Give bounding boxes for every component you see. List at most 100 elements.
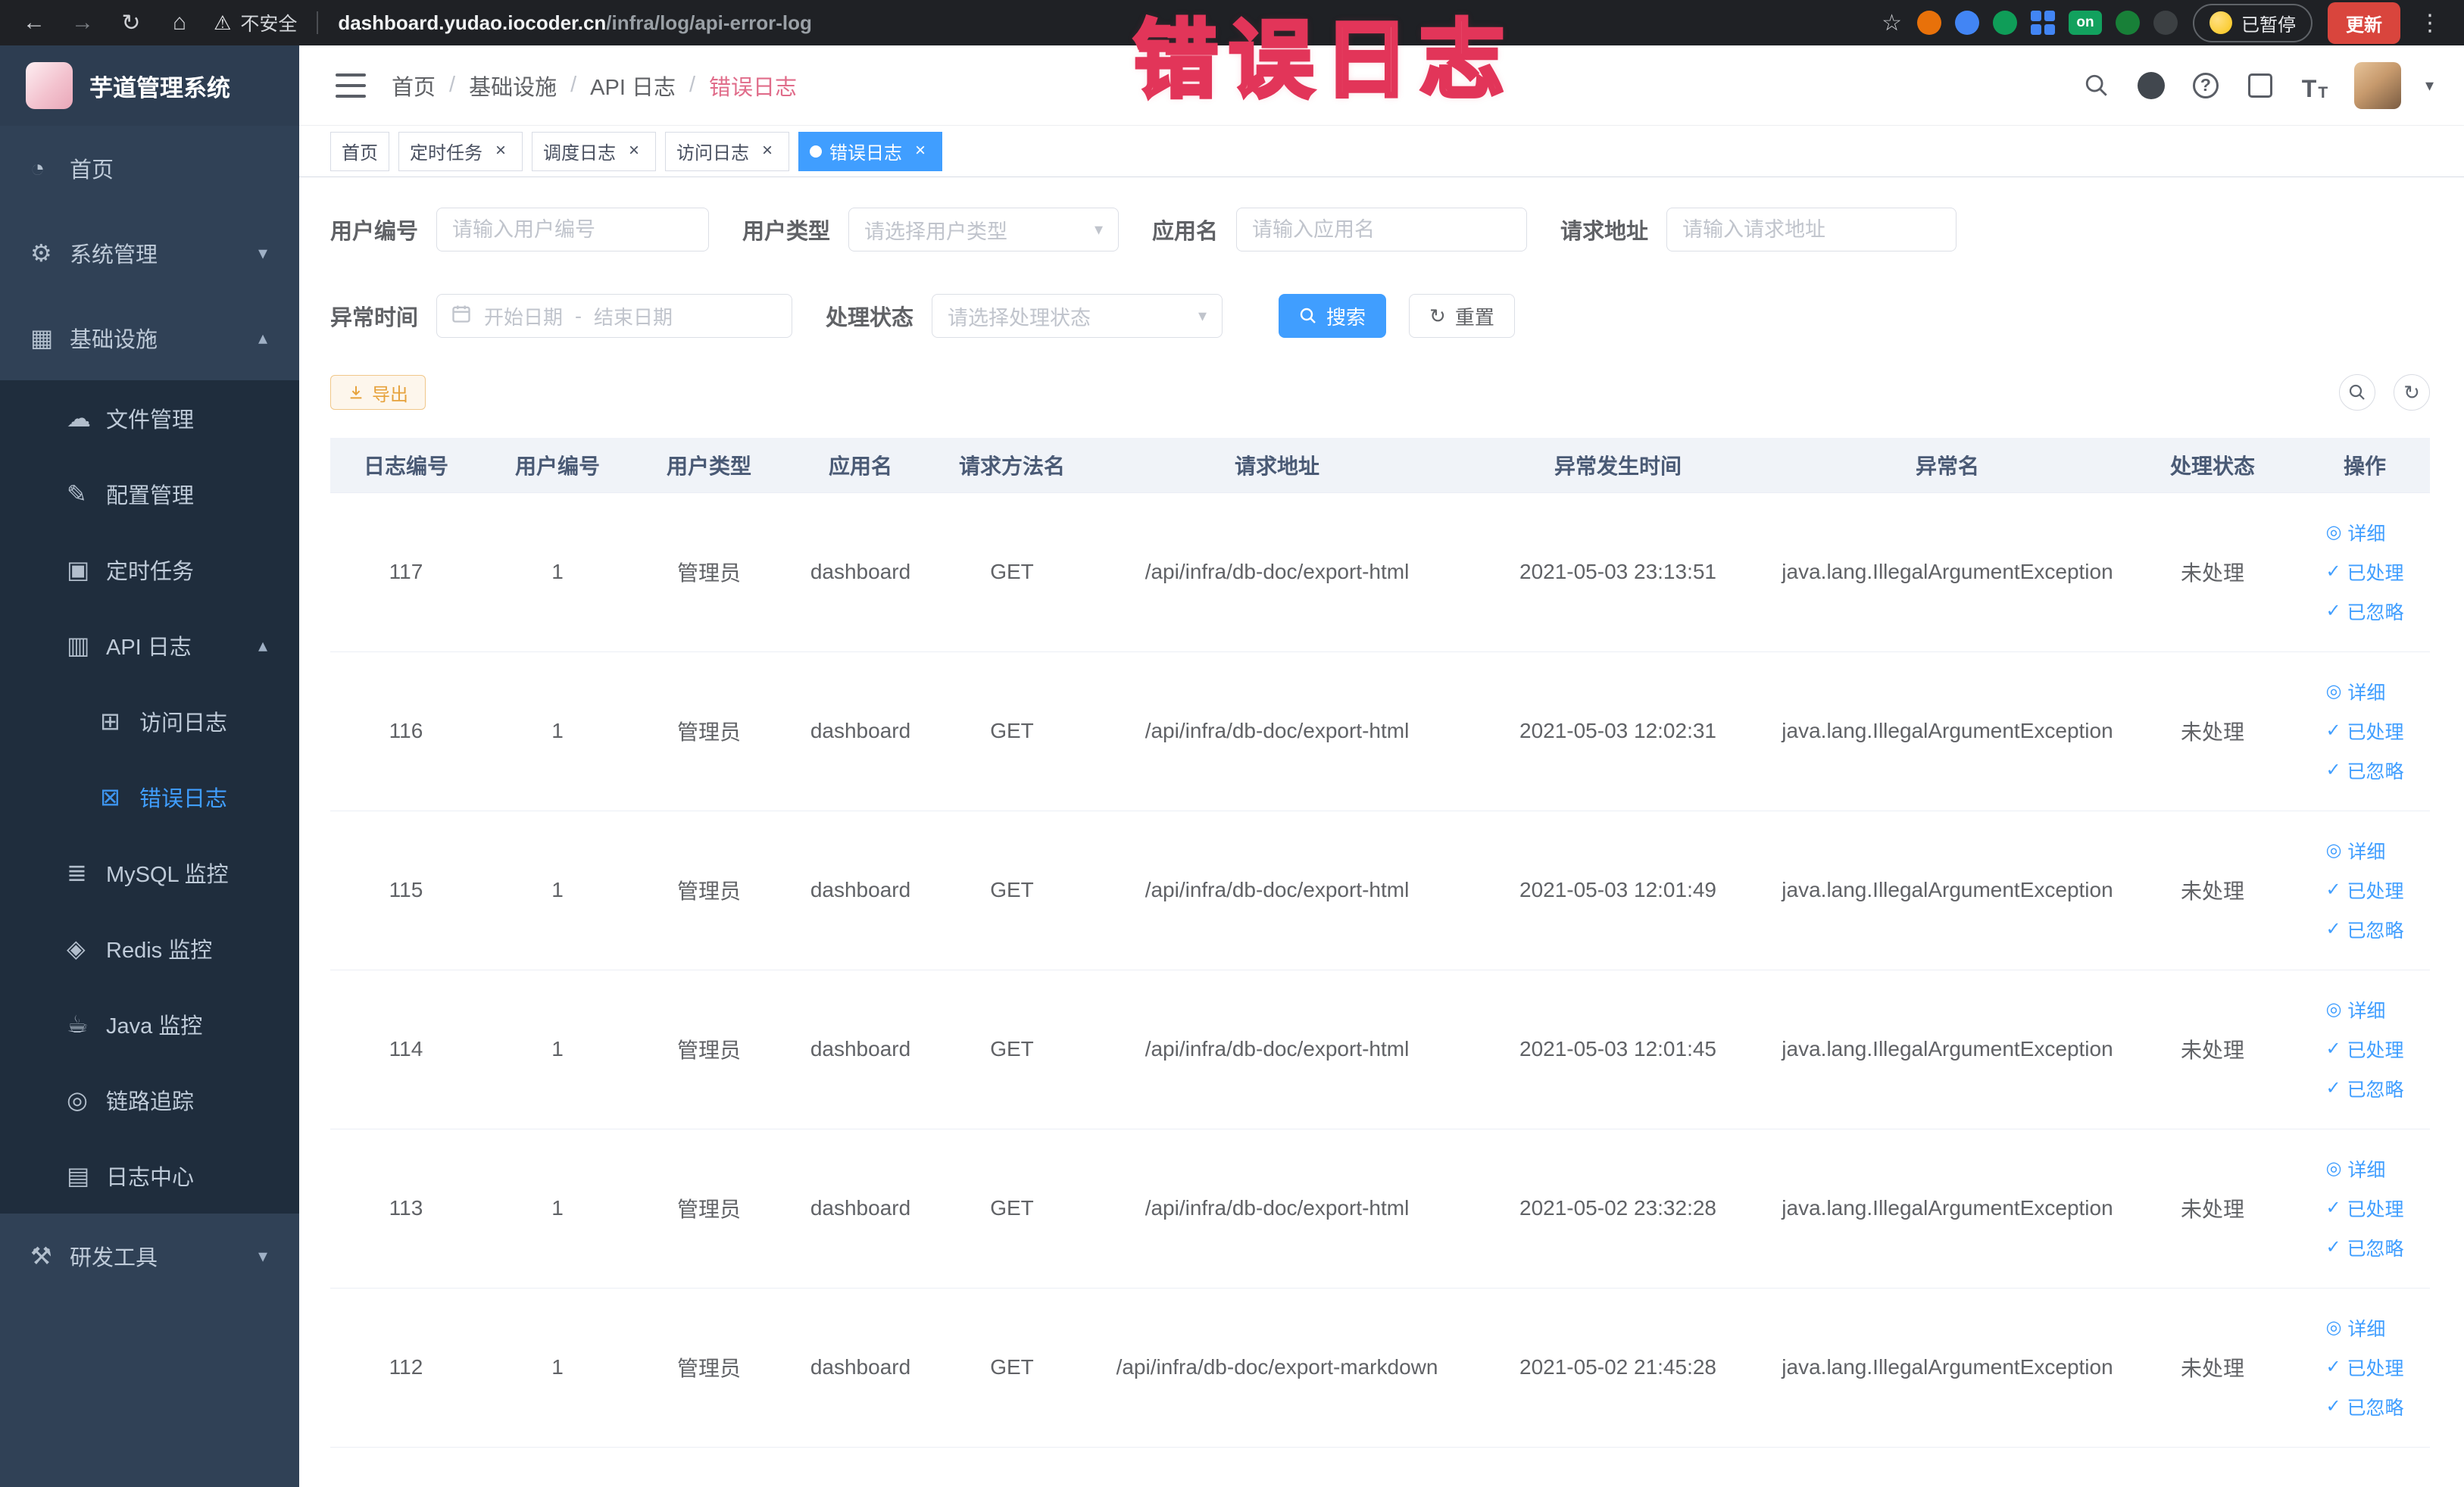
request-url-input[interactable] xyxy=(1666,208,1957,251)
sidebar-item-mysql-monitor[interactable]: ≣ MySQL 监控 xyxy=(0,835,299,911)
user-type-select[interactable]: 请选择用户类型 ▾ xyxy=(848,208,1120,251)
action-detail-link[interactable]: ◎ 详细 xyxy=(2325,1155,2385,1182)
sidebar-item-java-monitor[interactable]: ☕ Java 监控 xyxy=(0,986,299,1062)
cell-app: dashboard xyxy=(785,1288,936,1448)
extension-tree-icon[interactable] xyxy=(2116,11,2140,35)
app-name-input[interactable] xyxy=(1236,208,1528,251)
sidebar-item-dev-tools[interactable]: ⚒ 研发工具 ▾ xyxy=(0,1214,299,1298)
sidebar-item-home[interactable]: ◔ 首页 xyxy=(0,126,299,211)
action-ignored-link[interactable]: ✓ 已忽略 xyxy=(2325,1393,2403,1420)
cell-status: 未处理 xyxy=(2125,651,2300,811)
sidebar-item-api-logs[interactable]: ▥ API 日志 ▴ xyxy=(0,608,299,683)
refresh-icon: ↻ xyxy=(2403,381,2420,404)
action-ignored-link[interactable]: ✓ 已忽略 xyxy=(2325,757,2403,784)
action-detail-link[interactable]: ◎ 详细 xyxy=(2325,837,2385,864)
close-icon[interactable]: × xyxy=(757,140,778,162)
action-ignored-link[interactable]: ✓ 已忽略 xyxy=(2325,916,2403,943)
search-button[interactable]: 搜索 xyxy=(1279,294,1387,338)
site-security-indicator[interactable]: ⚠ 不安全 xyxy=(214,9,297,36)
sidebar-item-system-management[interactable]: ⚙ 系统管理 ▾ xyxy=(0,211,299,295)
tab-error-logs[interactable]: 错误日志 × xyxy=(798,131,942,171)
tab-schedule-logs[interactable]: 调度日志 × xyxy=(532,131,656,171)
extension-blue-drop-icon[interactable] xyxy=(1955,11,1979,35)
action-processed-link[interactable]: ✓ 已处理 xyxy=(2325,717,2403,745)
cell-id: 115 xyxy=(330,811,482,970)
action-ignored-link[interactable]: ✓ 已忽略 xyxy=(2325,598,2403,625)
tab-access-logs[interactable]: 访问日志 × xyxy=(665,131,789,171)
sidebar-item-access-logs[interactable]: ⊞ 访问日志 xyxy=(0,683,299,759)
paused-pill-button[interactable]: 已暂停 xyxy=(2193,3,2313,42)
browser-refresh-icon[interactable]: ↻ xyxy=(117,10,145,36)
breadcrumb-item-api-logs[interactable]: API 日志 xyxy=(590,70,676,102)
browser-back-icon[interactable]: ← xyxy=(20,10,48,36)
export-button[interactable]: 导出 xyxy=(330,375,426,410)
toggle-search-button[interactable] xyxy=(2339,374,2375,411)
cell-url: /api/infra/db-doc/export-html xyxy=(1088,1129,1466,1289)
hamburger-menu-icon[interactable] xyxy=(336,73,366,98)
breadcrumb-item-infrastructure[interactable]: 基础设施 xyxy=(469,70,557,102)
bookmark-star-icon[interactable]: ☆ xyxy=(1882,10,1902,36)
cell-method: GET xyxy=(936,651,1088,811)
action-processed-link[interactable]: ✓ 已处理 xyxy=(2325,1036,2403,1063)
sidebar-item-infrastructure[interactable]: ▦ 基础设施 ▴ xyxy=(0,295,299,380)
font-size-icon[interactable]: TT xyxy=(2300,70,2330,101)
column-header-status: 处理状态 xyxy=(2125,438,2300,493)
action-ignored-link[interactable]: ✓ 已忽略 xyxy=(2325,1075,2403,1102)
browser-menu-kebab-icon[interactable]: ⋮ xyxy=(2416,10,2444,36)
sidebar-item-file-management[interactable]: ☁ 文件管理 xyxy=(0,380,299,456)
extension-grid-icon[interactable] xyxy=(2031,11,2055,35)
database-icon: ≣ xyxy=(67,859,87,886)
extension-orange-icon[interactable] xyxy=(1917,11,1941,35)
sidebar-item-config-management[interactable]: ✎ 配置管理 xyxy=(0,456,299,532)
extension-puzzle-icon[interactable] xyxy=(2153,11,2178,35)
help-question-icon[interactable]: ? xyxy=(2191,70,2221,101)
action-processed-link[interactable]: ✓ 已处理 xyxy=(2325,876,2403,904)
action-detail-link[interactable]: ◎ 详细 xyxy=(2325,678,2385,705)
action-detail-link[interactable]: ◎ 详细 xyxy=(2325,1314,2385,1342)
date-range-picker[interactable]: 开始日期 - 结束日期 xyxy=(436,294,793,338)
action-processed-link[interactable]: ✓ 已处理 xyxy=(2325,1195,2403,1222)
fullscreen-icon[interactable] xyxy=(2245,70,2275,101)
search-icon[interactable] xyxy=(2081,70,2112,101)
sidebar-item-log-center[interactable]: ▤ 日志中心 xyxy=(0,1138,299,1214)
process-status-select[interactable]: 请选择处理状态 ▾ xyxy=(932,294,1223,338)
chevron-down-icon[interactable]: ▾ xyxy=(2425,76,2434,95)
sidebar-item-error-logs[interactable]: ⊠ 错误日志 xyxy=(0,759,299,835)
action-processed-link[interactable]: ✓ 已处理 xyxy=(2325,1354,2403,1381)
column-header-actions: 操作 xyxy=(2300,438,2430,493)
action-processed-link[interactable]: ✓ 已处理 xyxy=(2325,558,2403,586)
github-icon[interactable] xyxy=(2136,70,2166,101)
close-icon[interactable]: × xyxy=(490,140,511,162)
close-icon[interactable]: × xyxy=(623,140,645,162)
extension-green-play-icon[interactable] xyxy=(1993,11,2017,35)
cell-url: /api/infra/db-doc/export-markdown xyxy=(1088,1288,1466,1448)
browser-home-icon[interactable]: ⌂ xyxy=(165,10,194,36)
action-ignored-link[interactable]: ✓ 已忽略 xyxy=(2325,1234,2403,1261)
cell-actions: ◎ 详细 ✓ 已处理 ✓ 已忽略 xyxy=(2300,970,2430,1129)
address-bar[interactable]: dashboard.yudao.iocoder.cn/infra/log/api… xyxy=(338,11,1862,35)
extension-on-badge-icon[interactable]: on xyxy=(2069,11,2102,35)
java-icon: ☕ xyxy=(67,1011,89,1038)
tab-scheduled-tasks[interactable]: 定时任务 × xyxy=(398,131,523,171)
sidebar-item-redis-monitor[interactable]: ◈ Redis 监控 xyxy=(0,911,299,986)
reset-button[interactable]: ↻ 重置 xyxy=(1409,294,1515,338)
browser-forward-icon[interactable]: → xyxy=(68,10,97,36)
browser-toolbar: ← → ↻ ⌂ ⚠ 不安全 dashboard.yudao.iocoder.cn… xyxy=(0,0,2464,45)
user-id-input[interactable] xyxy=(436,208,710,251)
cell-method: GET xyxy=(936,811,1088,970)
browser-update-button[interactable]: 更新 xyxy=(2328,2,2400,44)
sidebar-logo-row[interactable]: 芋道管理系统 xyxy=(0,45,299,126)
breadcrumb-item-home[interactable]: 首页 xyxy=(392,70,436,102)
cell-app: dashboard xyxy=(785,492,936,652)
tab-label: 首页 xyxy=(342,143,378,164)
action-label: 已处理 xyxy=(2347,1358,2404,1379)
sidebar-item-scheduled-tasks[interactable]: ▣ 定时任务 xyxy=(0,532,299,608)
tab-home[interactable]: 首页 xyxy=(330,131,389,171)
close-icon[interactable]: × xyxy=(910,140,931,162)
user-avatar[interactable] xyxy=(2353,61,2401,109)
action-detail-link[interactable]: ◎ 详细 xyxy=(2325,519,2385,546)
refresh-table-button[interactable]: ↻ xyxy=(2394,374,2430,411)
column-header-time: 异常发生时间 xyxy=(1466,438,1769,493)
action-detail-link[interactable]: ◎ 详细 xyxy=(2325,996,2385,1023)
sidebar-item-link-tracing[interactable]: ◎ 链路追踪 xyxy=(0,1062,299,1138)
